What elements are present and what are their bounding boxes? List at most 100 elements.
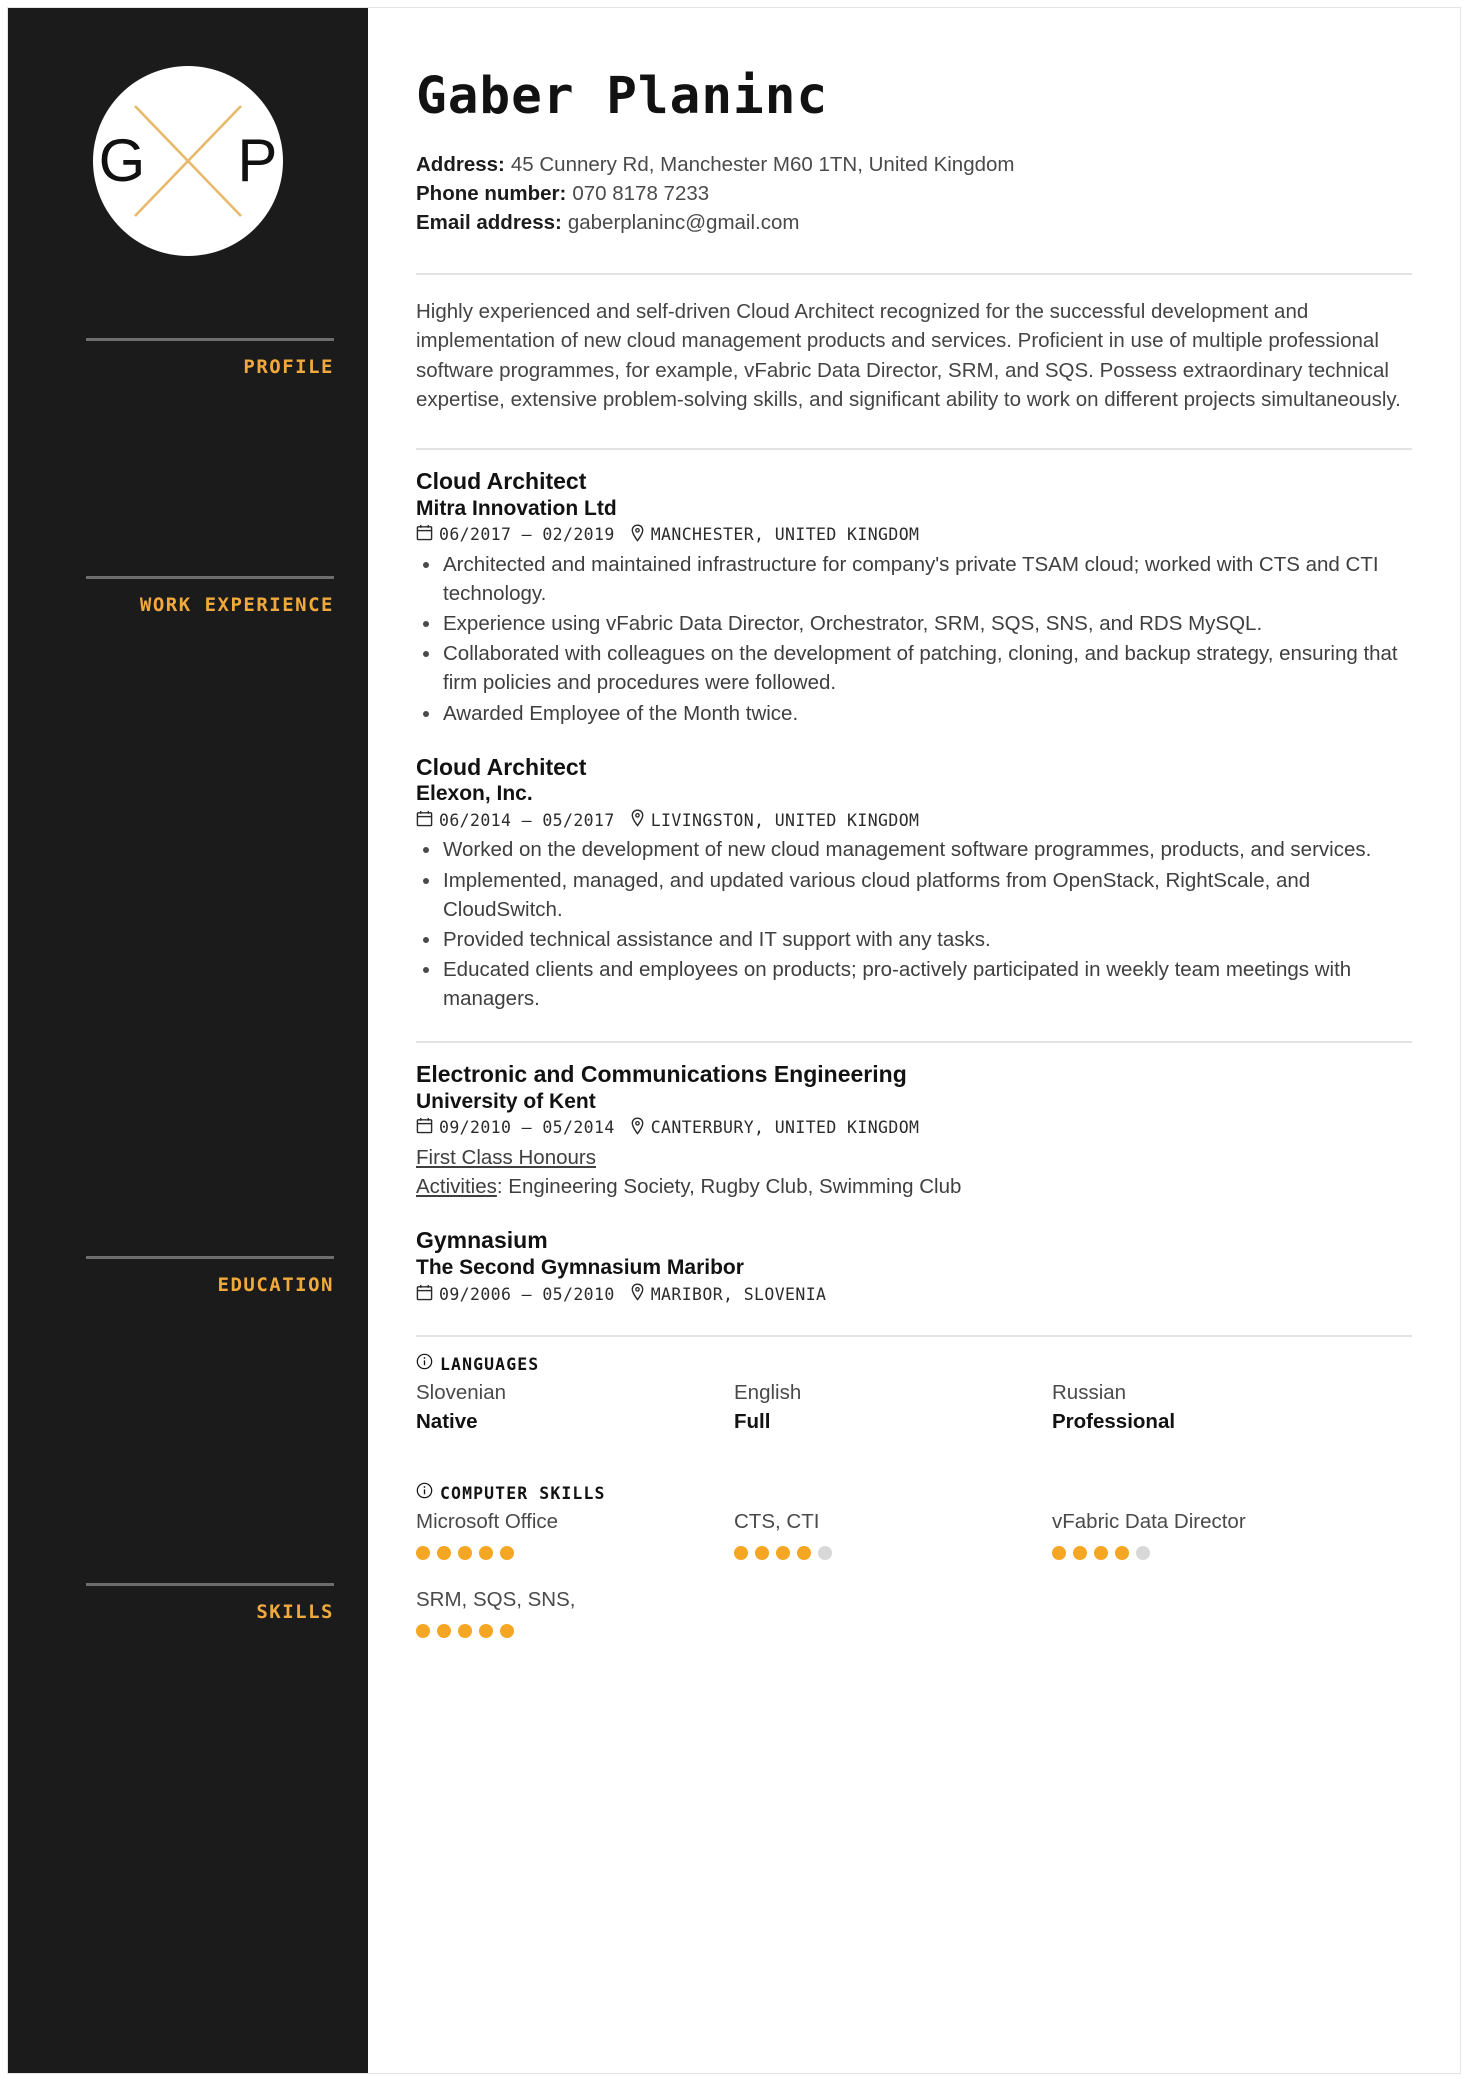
list-item: Experience using vFabric Data Director, … — [416, 609, 1412, 638]
language-item: Russian Professional — [1052, 1379, 1370, 1436]
rating-dot-filled — [416, 1623, 430, 1638]
rating-dot-filled — [1094, 1546, 1108, 1561]
rating-dot-filled — [734, 1546, 748, 1561]
rating-dot-filled — [479, 1546, 493, 1561]
list-item: Architected and maintained infrastructur… — [416, 550, 1412, 608]
languages-title: LANGUAGES — [440, 1354, 540, 1374]
work-company: Elexon, Inc. — [416, 782, 533, 806]
language-name: Slovenian — [416, 1381, 507, 1405]
info-icon — [416, 1482, 433, 1504]
sidebar-item-education: EDUCATION — [86, 1256, 334, 1296]
info-icon — [416, 1353, 433, 1375]
language-name: Russian — [1052, 1381, 1127, 1405]
divider-education — [416, 1041, 1412, 1044]
skill-rating — [734, 1546, 1036, 1561]
rating-dot-filled — [1115, 1546, 1129, 1561]
education-institution: The Second Gymnasium Maribor — [416, 1255, 744, 1279]
education-grade: First Class Honours — [416, 1143, 1412, 1172]
education-location: CANTERBURY, UNITED KINGDOM — [650, 1118, 920, 1138]
skill-item: Microsoft Office — [416, 1508, 734, 1561]
skill-rating — [416, 1546, 718, 1561]
work-entry: Cloud Architect Elexon, Inc. 06/2014 – 0… — [416, 754, 1412, 1014]
language-item: English Full — [734, 1379, 1052, 1436]
education-dates: 09/2010 – 05/2014 — [439, 1118, 615, 1138]
skill-item: vFabric Data Director — [1052, 1508, 1370, 1561]
location-pin-icon — [630, 524, 645, 546]
location-pin-icon — [630, 1117, 645, 1139]
calendar-icon — [416, 1117, 433, 1138]
location-pin-icon — [630, 1283, 645, 1305]
work-location: MANCHESTER, UNITED KINGDOM — [650, 525, 920, 545]
sidebar-rule — [86, 1583, 334, 1586]
contact-email-label: Email address: — [416, 210, 562, 234]
rating-dot-filled — [1052, 1546, 1066, 1561]
skill-name: SRM, SQS, SNS, — [416, 1588, 576, 1612]
contact-phone-label: Phone number: — [416, 181, 567, 205]
location-pin-icon — [630, 809, 645, 831]
rating-dot-filled — [500, 1623, 514, 1638]
contact-block: Address: 45 Cunnery Rd, Manchester M60 1T… — [416, 150, 1412, 237]
monogram-initial-right: P — [237, 127, 278, 194]
resume-sheet: G P PROFILE WORK EXPERIENCE EDUCATION SK… — [8, 8, 1460, 2073]
language-item: Slovenian Native — [416, 1379, 734, 1436]
education-entry: Gymnasium The Second Gymnasium Maribor 0… — [416, 1227, 1412, 1305]
contact-email: Email address: gaberplaninc@gmail.com — [416, 208, 1412, 237]
work-meta: 06/2017 – 02/2019 MANCHESTER, UNITED KIN… — [416, 524, 1412, 546]
sidebar-label-skills: SKILLS — [256, 1601, 334, 1623]
rating-dot-filled — [458, 1623, 472, 1638]
contact-phone: Phone number: 070 8178 7233 — [416, 179, 1412, 208]
contact-email-value: gaberplaninc@gmail.com — [567, 210, 800, 234]
monogram-initial-left: G — [98, 127, 146, 194]
page-title: Gaber Planinc — [416, 67, 829, 126]
languages-section: LANGUAGES Slovenian Native English Full … — [416, 1353, 1412, 1436]
list-item: Worked on the development of new cloud m… — [416, 835, 1412, 864]
education-activities-label: Activities — [416, 1175, 497, 1199]
rating-dot-filled — [755, 1546, 769, 1561]
sidebar-rule — [86, 338, 334, 341]
sidebar: G P PROFILE WORK EXPERIENCE EDUCATION SK… — [8, 8, 368, 2073]
rating-dot-filled — [500, 1546, 514, 1561]
rating-dot-filled — [479, 1623, 493, 1638]
education-degree: Gymnasium — [416, 1227, 548, 1254]
list-item: Collaborated with colleagues on the deve… — [416, 639, 1412, 697]
work-company: Mitra Innovation Ltd — [416, 496, 617, 520]
calendar-icon — [416, 810, 433, 831]
work-location: LIVINGSTON, UNITED KINGDOM — [650, 810, 920, 830]
sidebar-label-work-experience: WORK EXPERIENCE — [139, 594, 334, 616]
sidebar-label-education: EDUCATION — [217, 1274, 334, 1296]
work-job-title: Cloud Architect — [416, 753, 587, 780]
education-meta: 09/2010 – 05/2014 CANTERBURY, UNITED KIN… — [416, 1117, 1412, 1139]
rating-dot-filled — [458, 1546, 472, 1561]
language-level: Professional — [1052, 1409, 1176, 1433]
skill-rating — [1052, 1546, 1354, 1561]
calendar-icon — [416, 1284, 433, 1305]
contact-phone-value: 070 8178 7233 — [572, 181, 710, 205]
computer-skills-grid-row-1: Microsoft Office CTS, CTI vFabric Data D… — [416, 1508, 1412, 1561]
rating-dot-empty — [818, 1546, 832, 1561]
sidebar-item-profile: PROFILE — [86, 338, 334, 378]
computer-skills-title: COMPUTER SKILLS — [440, 1483, 606, 1503]
education-institution: University of Kent — [416, 1089, 596, 1113]
sidebar-label-profile: PROFILE — [243, 356, 334, 378]
language-name: English — [734, 1381, 802, 1405]
language-level: Native — [416, 1409, 478, 1433]
calendar-icon — [416, 524, 433, 545]
education-meta: 09/2006 – 05/2010 MARIBOR, SLOVENIA — [416, 1283, 1412, 1305]
rating-dot-empty — [1136, 1546, 1150, 1561]
work-meta: 06/2014 – 05/2017 LIVINGSTON, UNITED KIN… — [416, 809, 1412, 831]
rating-dot-filled — [437, 1546, 451, 1561]
work-dates: 06/2014 – 05/2017 — [439, 810, 615, 830]
language-level: Full — [734, 1409, 771, 1433]
skill-item: SRM, SQS, SNS, — [416, 1586, 734, 1638]
contact-address-value: 45 Cunnery Rd, Manchester M60 1TN, Unite… — [510, 152, 1015, 176]
skill-name: vFabric Data Director — [1052, 1510, 1246, 1534]
education-entry: Electronic and Communications Engineerin… — [416, 1061, 1412, 1201]
work-dates: 06/2017 – 02/2019 — [439, 525, 615, 545]
work-bullets: Architected and maintained infrastructur… — [416, 550, 1412, 728]
education-dates: 09/2006 – 05/2010 — [439, 1284, 615, 1304]
computer-skills-grid-row-2: SRM, SQS, SNS, — [416, 1586, 1412, 1638]
education-activities-value: : Engineering Society, Rugby Club, Swimm… — [496, 1175, 962, 1199]
list-item: Educated clients and employees on produc… — [416, 955, 1412, 1013]
list-item: Implemented, managed, and updated variou… — [416, 866, 1412, 924]
languages-grid: Slovenian Native English Full Russian Pr… — [416, 1379, 1412, 1436]
